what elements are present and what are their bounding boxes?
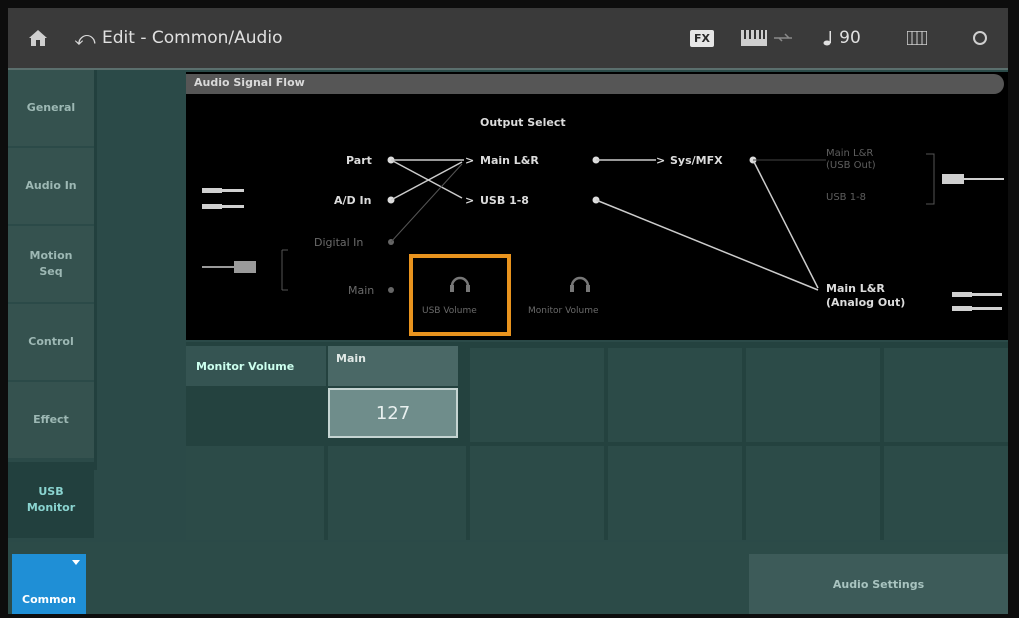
nav-label: Control bbox=[28, 335, 74, 348]
common-label: Common bbox=[22, 593, 76, 606]
nav-label: USB Monitor bbox=[26, 485, 76, 514]
nav-separator bbox=[94, 70, 97, 470]
flow-header: Audio Signal Flow bbox=[186, 74, 1008, 94]
fx-indicator[interactable]: FX bbox=[672, 8, 732, 68]
grid-cell bbox=[608, 348, 742, 442]
quarter-note-icon bbox=[823, 31, 832, 46]
grid-cell bbox=[328, 446, 466, 540]
main-in-label: Main bbox=[348, 284, 375, 297]
out-usb-1-8-label: USB 1-8 bbox=[826, 192, 867, 203]
grid-cell bbox=[746, 348, 880, 442]
signal-flow-panel: Output Select Part A/D In Digital In Mai… bbox=[186, 72, 1008, 340]
fx-badge: FX bbox=[690, 29, 714, 47]
usb-volume-highlight bbox=[409, 254, 511, 336]
back-arrow-icon: ⤺ bbox=[74, 26, 96, 50]
output-select-label: Output Select bbox=[480, 116, 566, 129]
grid-cell bbox=[470, 446, 604, 540]
midi-indicator bbox=[732, 8, 802, 68]
chevron-right-icon: > bbox=[656, 154, 666, 167]
out-main-lr-usb-label: Main L&R (USB Out) bbox=[826, 148, 876, 171]
digital-in-connector-icon bbox=[202, 261, 256, 273]
dropdown-triangle-icon bbox=[72, 560, 80, 565]
analog-out-jack-icon bbox=[952, 292, 1002, 311]
home-icon bbox=[29, 30, 47, 46]
nav-label: Motion Seq bbox=[29, 249, 73, 278]
back-button[interactable]: ⤺ bbox=[68, 8, 102, 68]
grid-cell bbox=[608, 446, 742, 540]
sys-mfx-label[interactable]: Sys/MFX bbox=[670, 154, 723, 167]
main-tab[interactable]: Main bbox=[328, 346, 458, 386]
nav-usb-monitor[interactable]: USB Monitor bbox=[8, 462, 94, 540]
digital-in-label: Digital In bbox=[314, 236, 364, 249]
line-in-jack-icon bbox=[202, 188, 244, 209]
monitor-volume-param-label: Monitor Volume bbox=[186, 346, 326, 386]
nav-label: Audio In bbox=[25, 179, 77, 192]
audio-settings-button[interactable]: Audio Settings bbox=[749, 554, 1008, 614]
monitor-volume-headphone-icon bbox=[570, 276, 590, 292]
keyboard-icon bbox=[741, 30, 767, 46]
tempo-display[interactable]: 90 bbox=[802, 8, 882, 68]
audio-settings-label: Audio Settings bbox=[832, 577, 925, 591]
nav-motion-seq[interactable]: Motion Seq bbox=[8, 226, 94, 304]
common-button[interactable]: Common bbox=[12, 554, 86, 614]
usb-icon bbox=[774, 33, 792, 42]
status-area: FX 90 bbox=[672, 8, 1008, 68]
grid-cell bbox=[884, 348, 1008, 442]
main-volume-value[interactable]: 127 bbox=[328, 388, 458, 438]
grid-cell bbox=[186, 446, 324, 540]
nav-control[interactable]: Control bbox=[8, 304, 94, 382]
chevron-right-icon: > bbox=[465, 154, 475, 167]
flow-title: Audio Signal Flow bbox=[194, 76, 305, 89]
nav-label: General bbox=[26, 101, 76, 114]
out-main-lr-analog-label: Main L&R (Analog Out) bbox=[826, 282, 906, 309]
ad-in-label: A/D In bbox=[334, 194, 372, 207]
settings-button[interactable] bbox=[952, 8, 1008, 68]
screen: ⤺ Edit - Common/Audio FX 90 General Audi… bbox=[8, 8, 1008, 614]
page-title: Edit - Common/Audio bbox=[102, 28, 283, 48]
flow-header-bar bbox=[186, 74, 1004, 94]
nav-label: Effect bbox=[33, 413, 69, 426]
usb-out-connector-icon bbox=[942, 174, 1004, 184]
circle-icon bbox=[973, 31, 987, 45]
main-lr-label[interactable]: Main L&R bbox=[480, 154, 539, 167]
grid-icon bbox=[907, 31, 927, 45]
part-label: Part bbox=[346, 154, 372, 167]
home-button[interactable] bbox=[8, 8, 68, 68]
grid-cell bbox=[746, 446, 880, 540]
nav-general[interactable]: General bbox=[8, 70, 94, 148]
grid-cell bbox=[470, 348, 604, 442]
monitor-volume-label[interactable]: Monitor Volume bbox=[528, 306, 599, 316]
chevron-right-icon: > bbox=[465, 194, 475, 207]
grid-cell bbox=[884, 446, 1008, 540]
main-volume-number: 127 bbox=[375, 402, 411, 424]
tempo-value: 90 bbox=[839, 28, 861, 48]
nav-effect[interactable]: Effect bbox=[8, 382, 94, 460]
usb-1-8-label[interactable]: USB 1-8 bbox=[480, 194, 529, 207]
left-nav: General Audio In Motion Seq Control Effe… bbox=[8, 70, 94, 540]
quick-access-button[interactable] bbox=[882, 8, 952, 68]
top-bar: ⤺ Edit - Common/Audio FX 90 bbox=[8, 8, 1008, 70]
nav-audio-in[interactable]: Audio In bbox=[8, 148, 94, 226]
